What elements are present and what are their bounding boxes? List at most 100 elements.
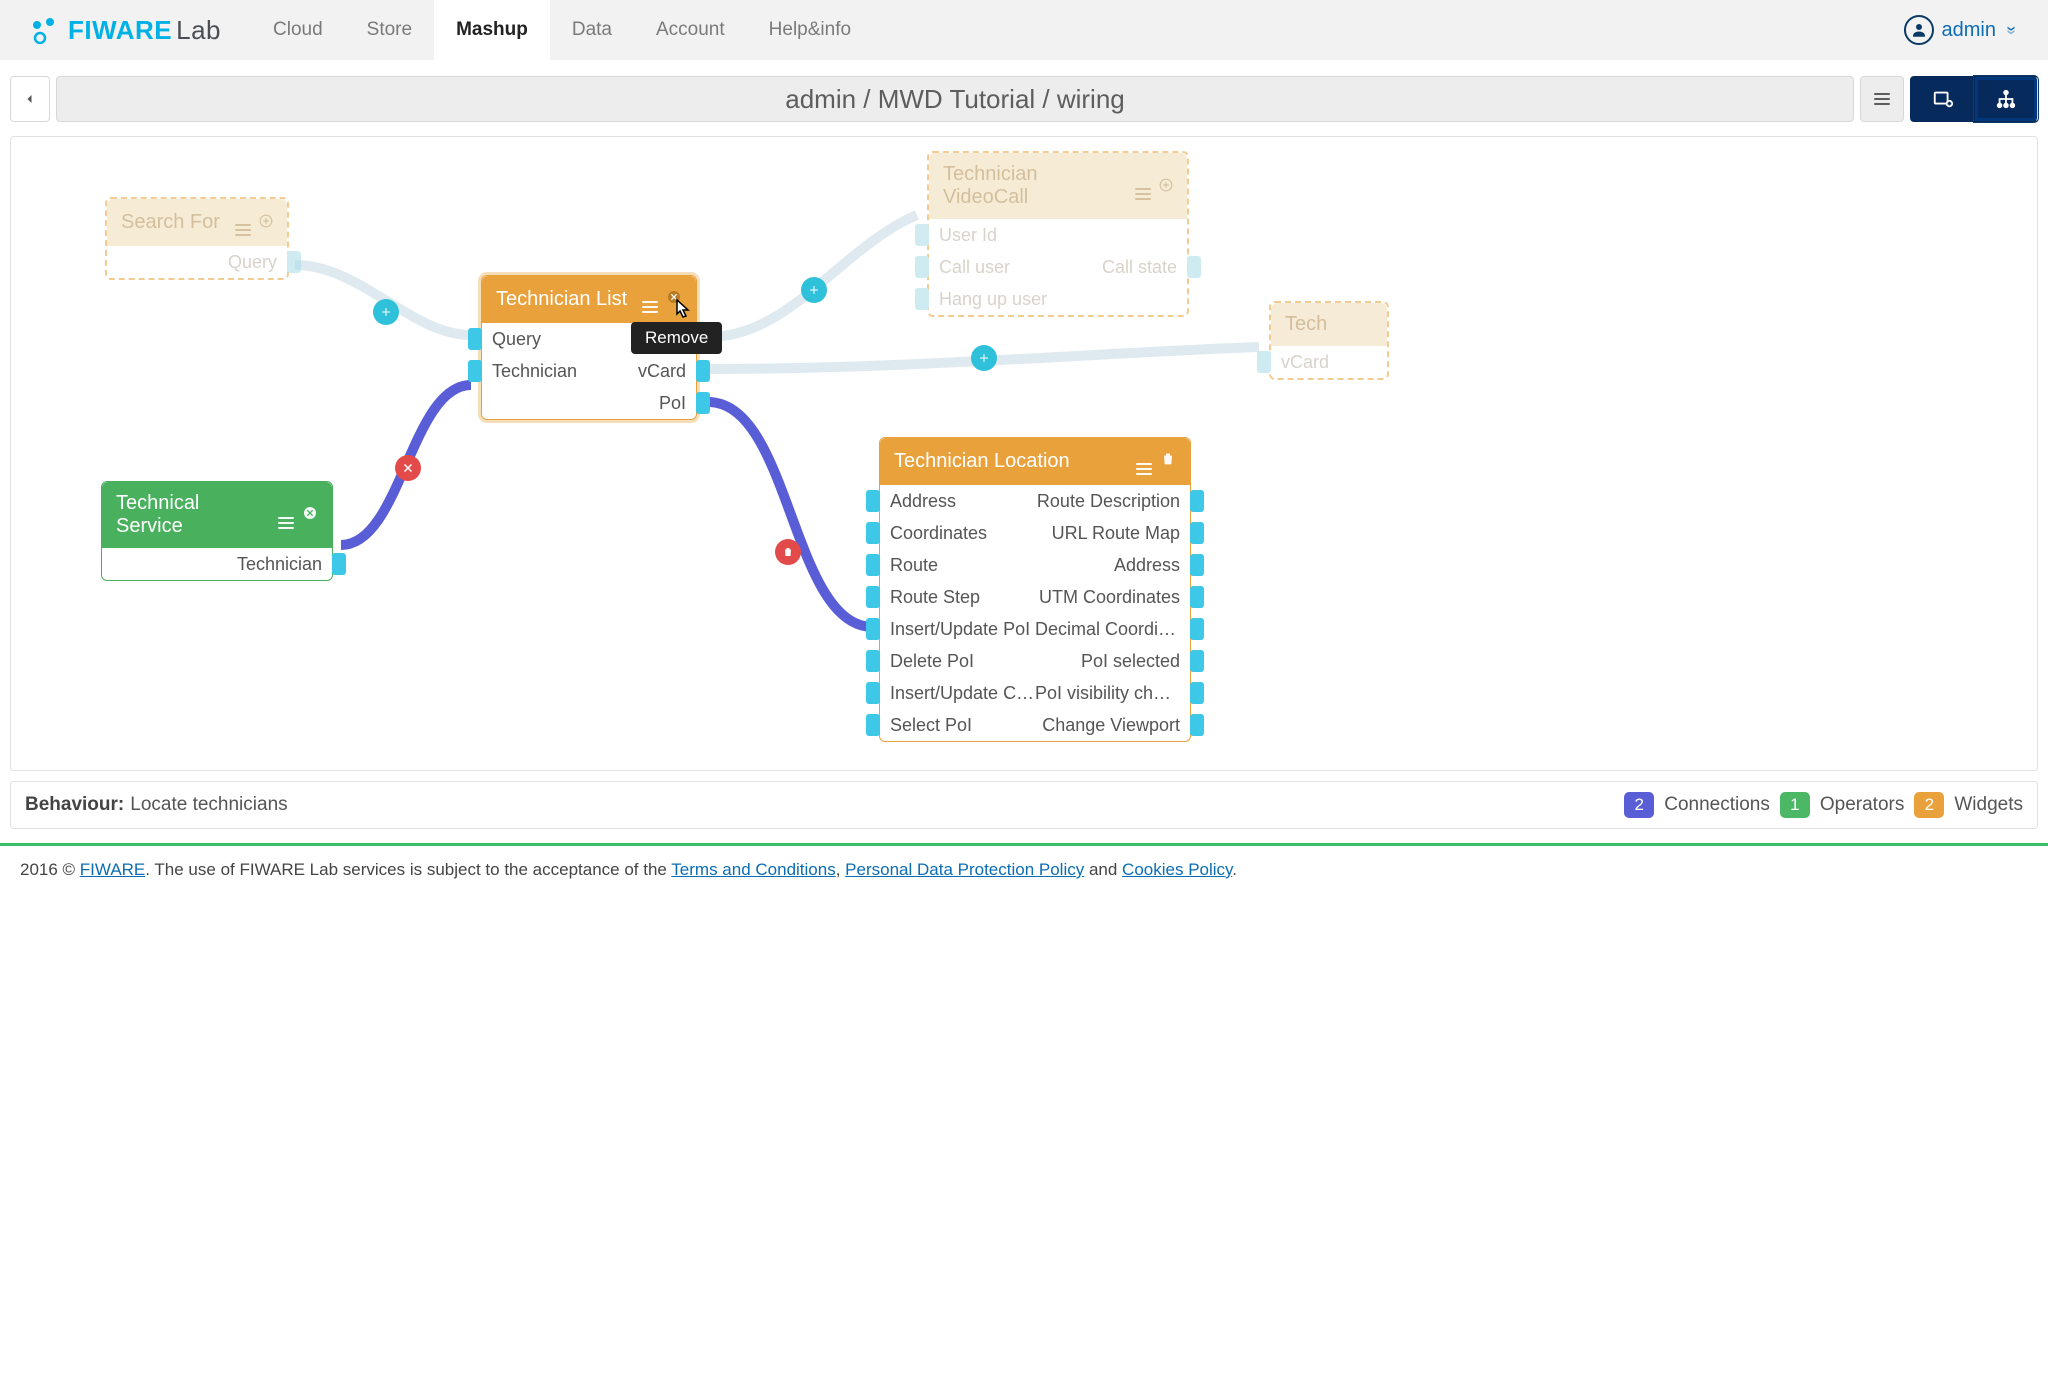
output-port[interactable]	[1190, 554, 1204, 576]
input-port[interactable]	[915, 256, 929, 278]
component-header[interactable]: Tech	[1271, 303, 1387, 346]
input-port-label: Coordinates	[890, 523, 1035, 544]
menu-icon[interactable]	[235, 209, 251, 236]
wiring-view-button[interactable]	[1974, 76, 2038, 122]
component-header[interactable]: Technician VideoCall	[929, 153, 1187, 219]
output-port[interactable]	[1190, 650, 1204, 672]
component-search-for[interactable]: Search For Query	[105, 197, 289, 280]
output-port-label: PoI visibility cha…	[1035, 683, 1180, 704]
footer-legal: 2016 © FIWARE. The use of FIWARE Lab ser…	[0, 843, 2048, 900]
input-port[interactable]	[915, 288, 929, 310]
input-port[interactable]	[866, 490, 880, 512]
component-technician-location[interactable]: Technician Location AddressRoute Descrip…	[879, 437, 1191, 742]
output-port[interactable]	[1190, 586, 1204, 608]
widgets-count: 2	[1914, 792, 1944, 818]
output-port[interactable]	[1190, 522, 1204, 544]
remove-icon[interactable]	[666, 288, 682, 311]
link-fiware[interactable]: FIWARE	[80, 860, 145, 879]
input-port-label: Select PoI	[890, 715, 1035, 736]
port-row: Route StepUTM Coordinates	[880, 581, 1190, 613]
output-port[interactable]	[287, 251, 301, 273]
output-port-label: Change Viewport	[1035, 715, 1180, 736]
component-header[interactable]: Search For	[107, 199, 287, 246]
workspace-menu-button[interactable]	[1860, 76, 1904, 122]
menu-icon[interactable]	[1135, 173, 1151, 200]
output-port[interactable]	[1190, 714, 1204, 736]
component-technician-videocall[interactable]: Technician VideoCall User Id Call userCa…	[927, 151, 1189, 317]
input-port[interactable]	[866, 522, 880, 544]
port-row: Delete PoIPoI selected	[880, 645, 1190, 677]
input-port[interactable]	[866, 682, 880, 704]
add-icon[interactable]	[259, 211, 273, 234]
nav-tab-mashup[interactable]: Mashup	[434, 0, 550, 60]
fiware-lab-logo[interactable]: FIWARELab	[30, 15, 221, 46]
input-port[interactable]	[468, 360, 482, 382]
nav-tab-store[interactable]: Store	[345, 0, 434, 60]
component-title: Technician VideoCall	[943, 163, 1127, 209]
wire-add-button[interactable]	[971, 345, 997, 371]
output-port-label: URL Route Map	[1035, 523, 1180, 544]
logo-text: FIWARELab	[68, 15, 221, 46]
component-header[interactable]: Technical Service	[102, 482, 332, 548]
output-port-label: vCard	[589, 361, 686, 382]
nav-tab-help[interactable]: Help&info	[747, 0, 873, 60]
connections-label: Connections	[1664, 794, 1770, 816]
nav-tabs: Cloud Store Mashup Data Account Help&inf…	[251, 0, 873, 60]
output-port[interactable]	[1187, 256, 1201, 278]
add-component-button[interactable]	[1910, 76, 1974, 122]
input-port-label: Call user	[939, 257, 1058, 278]
component-title: Tech	[1285, 313, 1373, 336]
input-port-label: Route Step	[890, 587, 1035, 608]
output-port[interactable]	[696, 360, 710, 382]
wire-remove-button[interactable]	[395, 455, 421, 481]
input-port[interactable]	[866, 650, 880, 672]
input-port[interactable]	[866, 618, 880, 640]
component-tech-partial[interactable]: Tech vCard	[1269, 301, 1389, 380]
input-port[interactable]	[866, 714, 880, 736]
remove-icon[interactable]	[302, 504, 318, 527]
input-port-label: Address	[890, 491, 1035, 512]
user-name: admin	[1942, 19, 1996, 42]
wire-add-button[interactable]	[373, 299, 399, 325]
component-header[interactable]: Technician Location	[880, 438, 1190, 485]
input-port[interactable]	[915, 224, 929, 246]
input-port-label: Query	[492, 329, 646, 350]
input-port[interactable]	[866, 554, 880, 576]
component-title: Technician Location	[894, 450, 1128, 473]
nav-tab-data[interactable]: Data	[550, 0, 634, 60]
input-port[interactable]	[866, 586, 880, 608]
link-cookies[interactable]: Cookies Policy	[1122, 860, 1232, 879]
output-port[interactable]	[1190, 490, 1204, 512]
output-port-label: UTM Coordinates	[1035, 587, 1180, 608]
back-button[interactable]	[10, 76, 50, 122]
menu-icon[interactable]	[278, 502, 294, 529]
wire-add-button[interactable]	[801, 277, 827, 303]
status-bar: Behaviour: Locate technicians 2 Connecti…	[10, 781, 2038, 829]
add-icon[interactable]	[1159, 175, 1173, 198]
input-port-label: Technician	[492, 361, 589, 382]
wire-delete-button[interactable]	[775, 539, 801, 565]
input-port[interactable]	[1257, 351, 1271, 373]
component-header[interactable]: Technician List	[482, 276, 696, 323]
user-menu[interactable]: admin	[1904, 15, 2018, 45]
tooltip: Remove	[631, 322, 722, 354]
output-port[interactable]	[332, 553, 346, 575]
menu-icon[interactable]	[642, 286, 658, 313]
link-terms[interactable]: Terms and Conditions	[671, 860, 835, 879]
nav-tab-account[interactable]: Account	[634, 0, 747, 60]
input-port-label: Delete PoI	[890, 651, 1035, 672]
widgets-label: Widgets	[1954, 794, 2023, 816]
component-title: Search For	[121, 211, 227, 234]
output-port[interactable]	[1190, 682, 1204, 704]
input-port[interactable]	[468, 328, 482, 350]
trash-icon[interactable]	[1160, 450, 1176, 473]
wiring-canvas[interactable]: Search For Query Technician List Query U…	[10, 136, 2038, 771]
link-pdpp[interactable]: Personal Data Protection Policy	[845, 860, 1084, 879]
menu-icon[interactable]	[1136, 448, 1152, 475]
output-port[interactable]	[696, 392, 710, 414]
nav-tab-cloud[interactable]: Cloud	[251, 0, 345, 60]
port-row: Insert/Update PoIDecimal Coordin…	[880, 613, 1190, 645]
port-row: Insert/Update C…PoI visibility cha…	[880, 677, 1190, 709]
component-technical-service[interactable]: Technical Service Technician	[101, 481, 333, 581]
output-port[interactable]	[1190, 618, 1204, 640]
